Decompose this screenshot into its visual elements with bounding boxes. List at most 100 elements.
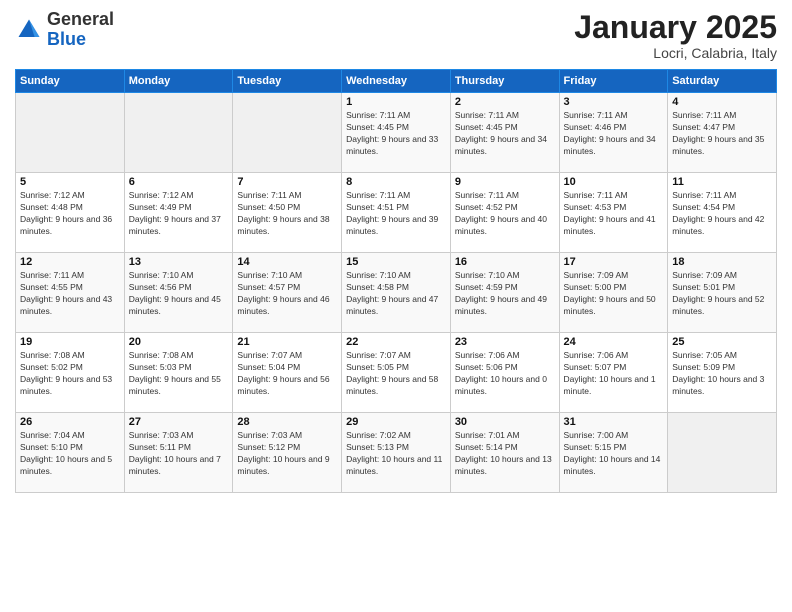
day-number: 31: [564, 416, 664, 428]
calendar-cell: 2 Sunrise: 7:11 AMSunset: 4:45 PMDaylight…: [450, 93, 559, 173]
day-number: 16: [455, 256, 555, 268]
calendar-cell: 4 Sunrise: 7:11 AMSunset: 4:47 PMDaylight…: [668, 93, 777, 173]
day-detail: Sunrise: 7:03 AMSunset: 5:12 PMDaylight:…: [237, 430, 337, 478]
calendar-cell: 27 Sunrise: 7:03 AMSunset: 5:11 PMDayligh…: [124, 413, 233, 493]
day-number: 21: [237, 336, 337, 348]
calendar-cell: 5 Sunrise: 7:12 AMSunset: 4:48 PMDaylight…: [16, 173, 125, 253]
calendar-week-row: 19 Sunrise: 7:08 AMSunset: 5:02 PMDayligh…: [16, 333, 777, 413]
calendar-table: SundayMondayTuesdayWednesdayThursdayFrid…: [15, 69, 777, 493]
calendar-cell: 29 Sunrise: 7:02 AMSunset: 5:13 PMDayligh…: [342, 413, 451, 493]
month-title: January 2025: [574, 10, 777, 45]
calendar-week-row: 1 Sunrise: 7:11 AMSunset: 4:45 PMDaylight…: [16, 93, 777, 173]
day-detail: Sunrise: 7:02 AMSunset: 5:13 PMDaylight:…: [346, 430, 446, 478]
day-detail: Sunrise: 7:12 AMSunset: 4:49 PMDaylight:…: [129, 190, 229, 238]
day-detail: Sunrise: 7:09 AMSunset: 5:01 PMDaylight:…: [672, 270, 772, 318]
calendar-cell: 19 Sunrise: 7:08 AMSunset: 5:02 PMDayligh…: [16, 333, 125, 413]
day-detail: Sunrise: 7:11 AMSunset: 4:45 PMDaylight:…: [455, 110, 555, 158]
day-number: 19: [20, 336, 120, 348]
day-number: 7: [237, 176, 337, 188]
weekday-header: Saturday: [668, 70, 777, 93]
day-number: 30: [455, 416, 555, 428]
day-detail: Sunrise: 7:11 AMSunset: 4:47 PMDaylight:…: [672, 110, 772, 158]
calendar-cell: 30Sunrise: 7:01 AMSunset: 5:14 PMDayligh…: [450, 413, 559, 493]
day-number: 28: [237, 416, 337, 428]
day-number: 14: [237, 256, 337, 268]
calendar-cell: 16 Sunrise: 7:10 AMSunset: 4:59 PMDayligh…: [450, 253, 559, 333]
title-block: January 2025 Locri, Calabria, Italy: [574, 10, 777, 61]
day-detail: Sunrise: 7:11 AMSunset: 4:50 PMDaylight:…: [237, 190, 337, 238]
day-detail: Sunrise: 7:07 AMSunset: 5:04 PMDaylight:…: [237, 350, 337, 398]
day-detail: Sunrise: 7:11 AMSunset: 4:54 PMDaylight:…: [672, 190, 772, 238]
day-detail: Sunrise: 7:12 AMSunset: 4:48 PMDaylight:…: [20, 190, 120, 238]
logo-general: General: [47, 9, 114, 29]
calendar-cell: [124, 93, 233, 173]
calendar-cell: 23Sunrise: 7:06 AMSunset: 5:06 PMDayligh…: [450, 333, 559, 413]
day-detail: Sunrise: 7:10 AMSunset: 4:57 PMDaylight:…: [237, 270, 337, 318]
day-number: 15: [346, 256, 446, 268]
header: General Blue January 2025 Locri, Calabri…: [15, 10, 777, 61]
calendar-cell: [668, 413, 777, 493]
day-number: 6: [129, 176, 229, 188]
day-number: 2: [455, 96, 555, 108]
page-container: General Blue January 2025 Locri, Calabri…: [0, 0, 792, 498]
calendar-cell: 13 Sunrise: 7:10 AMSunset: 4:56 PMDayligh…: [124, 253, 233, 333]
calendar-cell: 24 Sunrise: 7:06 AMSunset: 5:07 PMDayligh…: [559, 333, 668, 413]
calendar-cell: 11Sunrise: 7:11 AMSunset: 4:54 PMDayligh…: [668, 173, 777, 253]
calendar-cell: 6 Sunrise: 7:12 AMSunset: 4:49 PMDaylight…: [124, 173, 233, 253]
calendar-cell: 26 Sunrise: 7:04 AMSunset: 5:10 PMDayligh…: [16, 413, 125, 493]
calendar-cell: 8Sunrise: 7:11 AMSunset: 4:51 PMDaylight…: [342, 173, 451, 253]
day-number: 27: [129, 416, 229, 428]
day-number: 13: [129, 256, 229, 268]
calendar-cell: 28 Sunrise: 7:03 AMSunset: 5:12 PMDayligh…: [233, 413, 342, 493]
day-detail: Sunrise: 7:09 AMSunset: 5:00 PMDaylight:…: [564, 270, 664, 318]
day-number: 17: [564, 256, 664, 268]
day-number: 26: [20, 416, 120, 428]
calendar-cell: 21 Sunrise: 7:07 AMSunset: 5:04 PMDayligh…: [233, 333, 342, 413]
calendar-week-row: 26 Sunrise: 7:04 AMSunset: 5:10 PMDayligh…: [16, 413, 777, 493]
day-detail: Sunrise: 7:11 AMSunset: 4:53 PMDaylight:…: [564, 190, 664, 238]
day-number: 20: [129, 336, 229, 348]
day-detail: Sunrise: 7:11 AMSunset: 4:45 PMDaylight:…: [346, 110, 446, 158]
day-number: 25: [672, 336, 772, 348]
day-detail: Sunrise: 7:10 AMSunset: 4:56 PMDaylight:…: [129, 270, 229, 318]
location: Locri, Calabria, Italy: [574, 45, 777, 61]
day-number: 23: [455, 336, 555, 348]
calendar-week-row: 5 Sunrise: 7:12 AMSunset: 4:48 PMDaylight…: [16, 173, 777, 253]
weekday-header: Wednesday: [342, 70, 451, 93]
calendar-cell: 7 Sunrise: 7:11 AMSunset: 4:50 PMDaylight…: [233, 173, 342, 253]
calendar-week-row: 12Sunrise: 7:11 AMSunset: 4:55 PMDayligh…: [16, 253, 777, 333]
logo-blue: Blue: [47, 29, 86, 49]
calendar-cell: 15 Sunrise: 7:10 AMSunset: 4:58 PMDayligh…: [342, 253, 451, 333]
day-number: 9: [455, 176, 555, 188]
day-detail: Sunrise: 7:11 AMSunset: 4:55 PMDaylight:…: [20, 270, 120, 318]
calendar-cell: 12Sunrise: 7:11 AMSunset: 4:55 PMDayligh…: [16, 253, 125, 333]
day-detail: Sunrise: 7:08 AMSunset: 5:02 PMDaylight:…: [20, 350, 120, 398]
calendar-cell: [233, 93, 342, 173]
day-detail: Sunrise: 7:11 AMSunset: 4:51 PMDaylight:…: [346, 190, 446, 238]
day-number: 24: [564, 336, 664, 348]
logo-text: General Blue: [47, 10, 114, 50]
weekday-header: Sunday: [16, 70, 125, 93]
day-detail: Sunrise: 7:10 AMSunset: 4:58 PMDaylight:…: [346, 270, 446, 318]
day-detail: Sunrise: 7:03 AMSunset: 5:11 PMDaylight:…: [129, 430, 229, 478]
logo-icon: [15, 16, 43, 44]
calendar-cell: 18 Sunrise: 7:09 AMSunset: 5:01 PMDayligh…: [668, 253, 777, 333]
calendar-cell: 10 Sunrise: 7:11 AMSunset: 4:53 PMDayligh…: [559, 173, 668, 253]
day-number: 18: [672, 256, 772, 268]
calendar-cell: 22Sunrise: 7:07 AMSunset: 5:05 PMDayligh…: [342, 333, 451, 413]
day-detail: Sunrise: 7:06 AMSunset: 5:07 PMDaylight:…: [564, 350, 664, 398]
day-number: 3: [564, 96, 664, 108]
calendar-cell: 25Sunrise: 7:05 AMSunset: 5:09 PMDayligh…: [668, 333, 777, 413]
day-number: 5: [20, 176, 120, 188]
day-detail: Sunrise: 7:08 AMSunset: 5:03 PMDaylight:…: [129, 350, 229, 398]
calendar-cell: 9Sunrise: 7:11 AMSunset: 4:52 PMDaylight…: [450, 173, 559, 253]
day-number: 29: [346, 416, 446, 428]
day-number: 10: [564, 176, 664, 188]
day-number: 4: [672, 96, 772, 108]
day-detail: Sunrise: 7:04 AMSunset: 5:10 PMDaylight:…: [20, 430, 120, 478]
calendar-cell: 31Sunrise: 7:00 AMSunset: 5:15 PMDayligh…: [559, 413, 668, 493]
day-detail: Sunrise: 7:07 AMSunset: 5:05 PMDaylight:…: [346, 350, 446, 398]
day-detail: Sunrise: 7:10 AMSunset: 4:59 PMDaylight:…: [455, 270, 555, 318]
calendar-cell: 1 Sunrise: 7:11 AMSunset: 4:45 PMDaylight…: [342, 93, 451, 173]
day-number: 1: [346, 96, 446, 108]
